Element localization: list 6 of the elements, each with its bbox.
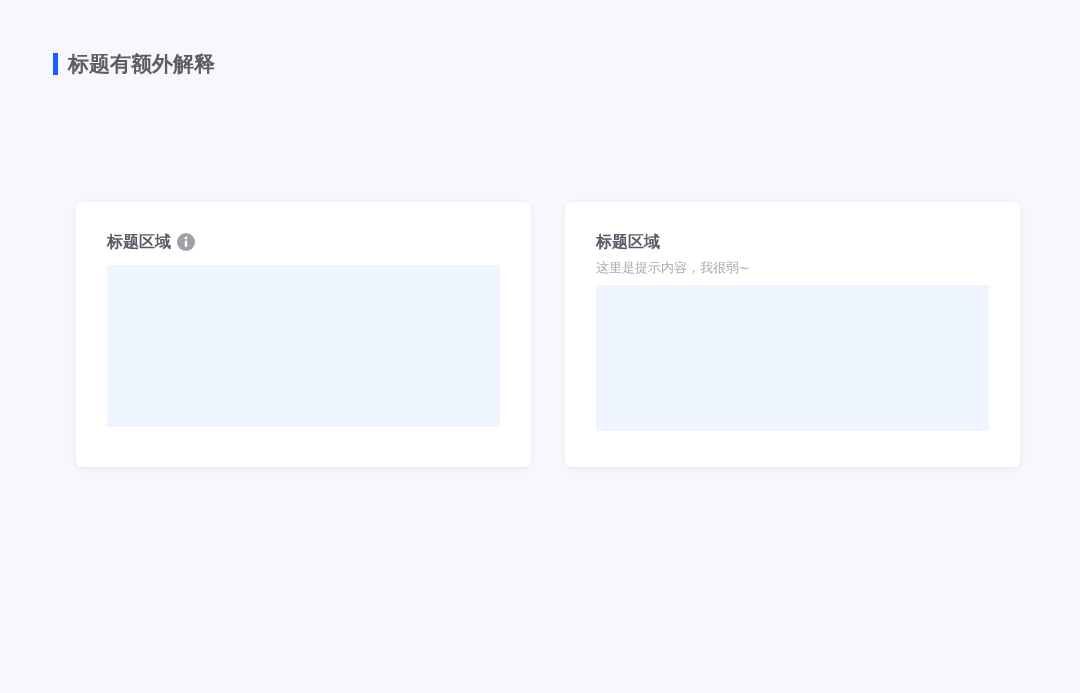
card-title: 标题区域 (596, 231, 660, 253)
hint-text: 这里是提示内容，我很弱~ (596, 259, 751, 277)
section-heading: 标题有额外解释 (68, 52, 215, 76)
info-icon[interactable] (177, 233, 195, 251)
heading-accent-bar (53, 53, 58, 75)
card-title: 标题区域 (107, 231, 171, 253)
